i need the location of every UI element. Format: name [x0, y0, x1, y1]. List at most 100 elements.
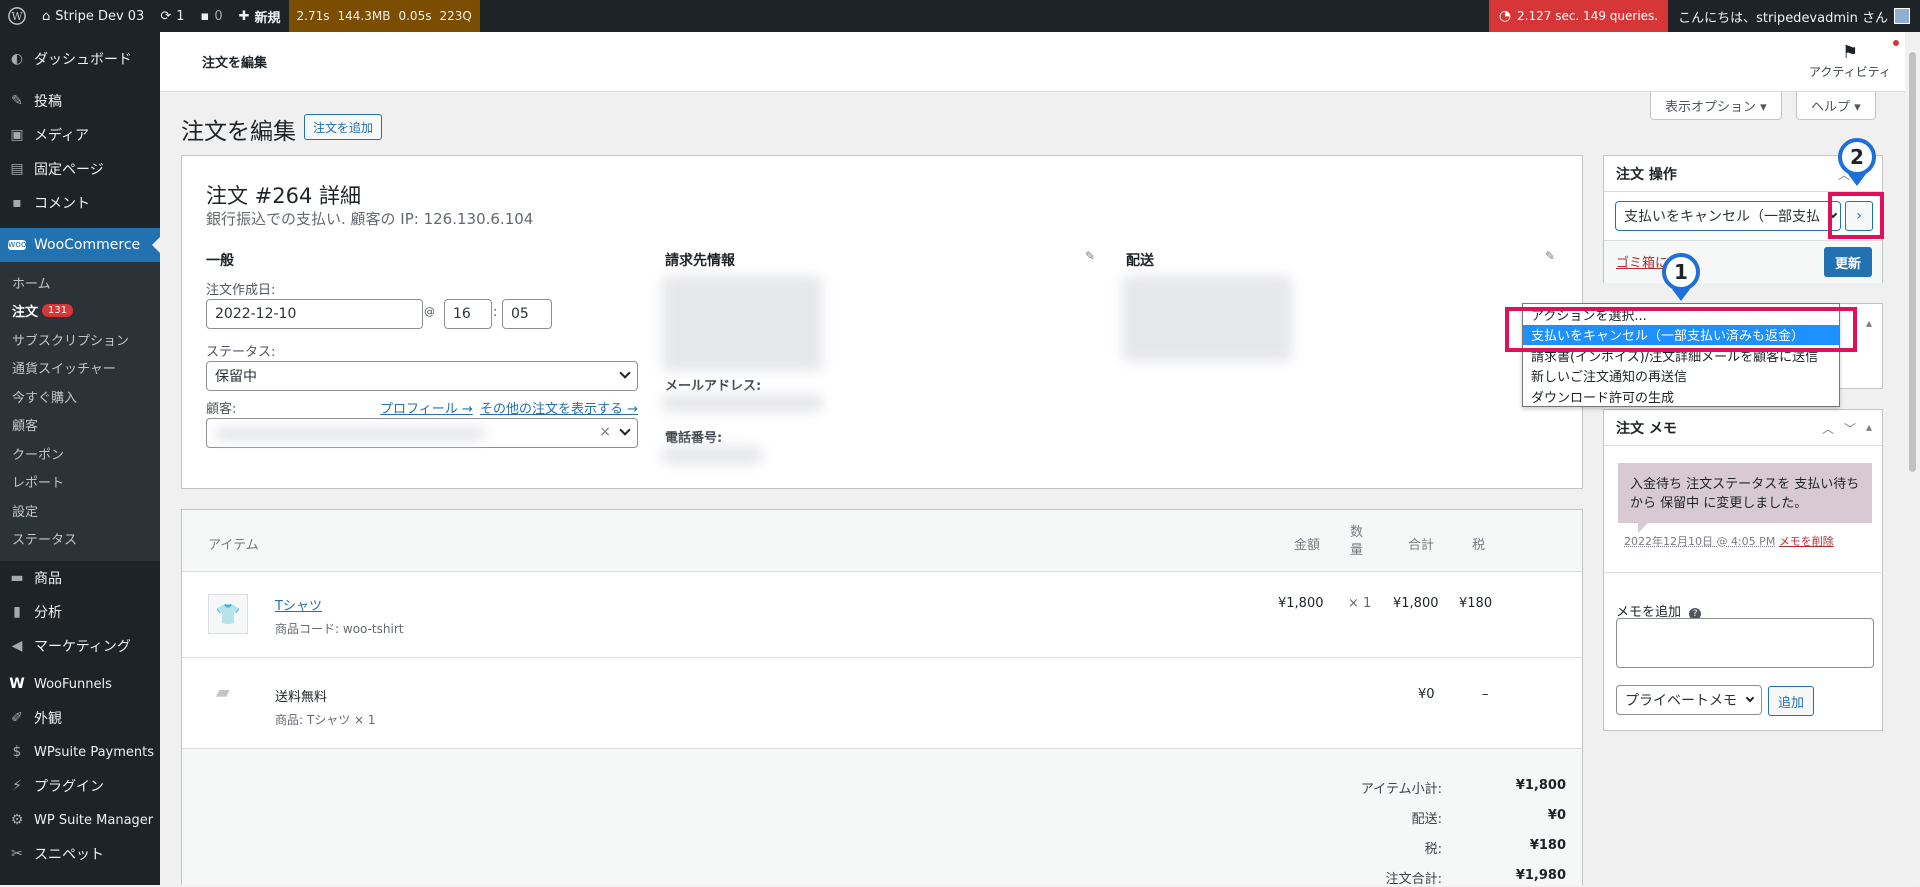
col-total: 合計: [1408, 538, 1435, 553]
shipping-method-name: 送料無料: [275, 690, 328, 705]
woocommerce-icon: woo: [8, 240, 27, 250]
triangle-up-icon[interactable]: ▴: [1866, 420, 1872, 437]
user-account-menu[interactable]: こんにちは、stripedevadmin さん: [1668, 0, 1920, 32]
menu-wpsuite-payments[interactable]: $ WPsuite Payments: [0, 735, 160, 769]
speedometer-icon: ◔: [1498, 8, 1512, 24]
submenu-orders[interactable]: 注文 131: [0, 297, 160, 326]
blurred-email: [662, 394, 822, 412]
marker-pointer-icon: [1672, 289, 1690, 301]
submenu-reports[interactable]: レポート: [0, 468, 160, 497]
menu-marketing[interactable]: ◀ マーケティング: [0, 629, 160, 663]
edit-billing-pencil-icon[interactable]: ✎: [1085, 249, 1095, 263]
tshirt-icon: 👕: [215, 602, 241, 626]
header-title: 注文を編集: [202, 56, 268, 71]
customer-select[interactable]: ×: [206, 418, 638, 448]
scrollbar-thumb[interactable]: [1909, 52, 1916, 472]
shipping-total-label: 配送:: [1411, 812, 1442, 827]
chevron-up-icon[interactable]: ︿: [1822, 420, 1834, 437]
submenu-coupons[interactable]: クーポン: [0, 439, 160, 468]
submenu-home[interactable]: ホーム: [0, 268, 160, 297]
help-button[interactable]: ヘルプ ▾: [1796, 92, 1876, 120]
shipping-tax: –: [1482, 687, 1489, 702]
shipping-total: ¥0: [1418, 687, 1435, 702]
other-orders-link[interactable]: その他の注文を表示する →: [480, 398, 638, 417]
home-icon: ⌂: [42, 8, 51, 24]
order-action-select[interactable]: 支払いをキャンセル（一部支払: [1615, 201, 1841, 231]
order-date-input[interactable]: 2022-12-10: [206, 299, 423, 329]
note-textarea[interactable]: [1616, 618, 1874, 668]
page-scrollbar[interactable]: [1905, 32, 1920, 885]
menu-wp-suite-manager[interactable]: ⚙ WP Suite Manager: [0, 803, 160, 837]
menu-posts[interactable]: ✎ 投稿: [0, 84, 160, 118]
page-icon: ▤: [10, 161, 24, 177]
chart-icon: ▮: [13, 604, 21, 620]
submenu-status[interactable]: ステータス: [0, 525, 160, 554]
order-minute-input[interactable]: 05: [502, 299, 552, 329]
chevron-down-icon: [619, 367, 631, 379]
submenu-customers[interactable]: 顧客: [0, 411, 160, 440]
edit-shipping-pencil-icon[interactable]: ✎: [1545, 249, 1555, 263]
gear-icon: ⚙: [10, 812, 24, 828]
submenu-currency-switcher[interactable]: 通貨スイッチャー: [0, 354, 160, 383]
order-note: 入金待ち 注文ステータスを 支払い待ち から 保留中 に変更しました。: [1618, 463, 1872, 533]
billing-heading: 請求先情報: [665, 253, 735, 269]
order-hour-input[interactable]: 16: [444, 299, 492, 329]
menu-woocommerce[interactable]: woo WooCommerce: [0, 228, 160, 262]
submenu-subscriptions[interactable]: サブスクリプション: [0, 325, 160, 354]
menu-dashboard[interactable]: ◐ ダッシュボード: [0, 42, 160, 76]
move-to-trash-link[interactable]: ゴミ箱に: [1616, 252, 1668, 271]
performance-stats[interactable]: 2.71s 144.3MB 0.05s 223Q: [288, 0, 480, 32]
menu-pages[interactable]: ▤ 固定ページ: [0, 152, 160, 186]
menu-media[interactable]: ▣ メディア: [0, 118, 160, 152]
menu-appearance[interactable]: ✐ 外観: [0, 701, 160, 735]
site-name-link[interactable]: ⌂ Stripe Dev 03: [34, 0, 152, 32]
clear-icon[interactable]: ×: [599, 424, 611, 440]
menu-woofunnels[interactable]: W WooFunnels: [0, 667, 160, 701]
notes-divider: [1604, 572, 1882, 573]
screen-options-button[interactable]: 表示オプション ▾: [1650, 92, 1782, 120]
dropdown-option[interactable]: ダウンロード許可の生成: [1523, 386, 1839, 407]
menu-comments[interactable]: ▪ コメント: [0, 186, 160, 220]
triangle-up-icon[interactable]: ▴: [1866, 316, 1872, 330]
note-type-select[interactable]: プライベートメモ: [1616, 685, 1762, 715]
menu-products[interactable]: ▬ 商品: [0, 561, 160, 595]
profile-link[interactable]: プロフィール →: [380, 398, 473, 417]
product-total: ¥1,800: [1393, 596, 1439, 611]
submenu-buy-now[interactable]: 今すぐ購入: [0, 382, 160, 411]
comments-link[interactable]: ▪ 0: [193, 0, 231, 32]
wordpress-logo-icon[interactable]: W: [0, 0, 34, 32]
menu-analytics[interactable]: ▮ 分析: [0, 595, 160, 629]
query-monitor[interactable]: ◔ 2.127 sec. 149 queries.: [1488, 0, 1669, 32]
shipping-items: 商品: Tシャツ × 1: [275, 713, 376, 727]
product-tax: ¥180: [1459, 596, 1493, 611]
delete-note-link[interactable]: メモを削除: [1779, 535, 1834, 548]
product-name-link[interactable]: Tシャツ: [275, 595, 322, 614]
tax-total-label: 税:: [1424, 842, 1442, 857]
product-sku: 商品コード: woo-tshirt: [275, 622, 404, 636]
chevron-down-icon: [619, 424, 631, 436]
add-order-button[interactable]: 注文を追加: [304, 114, 383, 140]
step-marker-1: 1: [1662, 253, 1700, 291]
admin-sidebar: ◐ ダッシュボード ✎ 投稿 ▣ メディア ▤ 固定ページ ▪ コメント woo WooCo…: [0, 32, 160, 885]
dashboard-icon: ◐: [10, 51, 24, 67]
order-items-panel: アイテム 金額 数量 合計 税 👕 Tシャツ 商品コード: woo-tshirt…: [181, 509, 1583, 887]
order-status-select[interactable]: 保留中: [206, 361, 638, 391]
menu-plugins[interactable]: ⚡ プラグイン: [0, 769, 160, 803]
submenu-settings[interactable]: 設定: [0, 496, 160, 525]
product-thumbnail: 👕: [208, 594, 248, 634]
update-button[interactable]: 更新: [1824, 247, 1872, 277]
subtotal-value: ¥1,800: [1515, 778, 1566, 793]
chevron-down-icon[interactable]: ﹀: [1844, 420, 1856, 437]
menu-snippets[interactable]: ✂ スニペット: [0, 837, 160, 871]
add-note-button[interactable]: 追加: [1768, 686, 1814, 716]
date-created-label: 注文作成日:: [206, 283, 276, 298]
product-price: ¥1,800: [1278, 596, 1324, 611]
updates-link[interactable]: ⟳ 1: [152, 0, 192, 32]
row-divider: [182, 657, 1582, 658]
dropdown-option[interactable]: 新しいご注文通知の再送信: [1523, 366, 1839, 387]
svg-text:W: W: [11, 10, 23, 23]
activity-button[interactable]: ⚑ アクティビティ: [1809, 40, 1899, 80]
tax-total-value: ¥180: [1529, 838, 1566, 853]
new-content-link[interactable]: ✚ 新規: [231, 0, 289, 32]
step-marker-2: 2: [1838, 138, 1876, 176]
